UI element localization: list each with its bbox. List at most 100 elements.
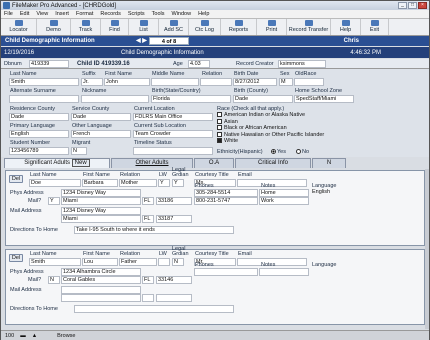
- last-name-field[interactable]: Smith: [9, 78, 79, 86]
- adult-legal-field[interactable]: N: [172, 258, 184, 266]
- toolbar-button-9[interactable]: Record Transfer: [287, 19, 331, 35]
- adult-state-field[interactable]: FL: [142, 276, 154, 284]
- menu-format[interactable]: Format: [76, 11, 93, 17]
- adult-city-field[interactable]: Miami: [61, 197, 141, 205]
- adult-mail-field[interactable]: N: [48, 276, 60, 284]
- scrollbar[interactable]: [425, 169, 429, 329]
- adult-mail-state-field[interactable]: [142, 294, 154, 302]
- alternate-surname-field[interactable]: [9, 95, 79, 103]
- adult-mail-zip-field[interactable]: 33187: [156, 215, 192, 223]
- adult-phone-field[interactable]: 305-284-5514: [194, 189, 258, 197]
- adult-relation-field[interactable]: Father: [119, 258, 157, 266]
- race-option[interactable]: White: [217, 138, 367, 145]
- record-arrows-icon[interactable]: ◀ ▶: [136, 37, 147, 44]
- home-school-field[interactable]: SpedStaff/Miami: [294, 95, 354, 103]
- adult-relation-field[interactable]: Mother: [119, 179, 157, 187]
- primary-language-field[interactable]: English: [9, 130, 69, 138]
- sex-field[interactable]: M: [279, 78, 293, 86]
- adult-phone-field[interactable]: [194, 268, 258, 276]
- birth-county-field[interactable]: Dade: [233, 95, 293, 103]
- adult-last-name-field[interactable]: Doe: [29, 179, 81, 187]
- adult-phys-address-field[interactable]: 1234 Disney Way: [61, 189, 141, 197]
- adult-directions-field[interactable]: [74, 305, 234, 313]
- adult-language-field[interactable]: [311, 268, 351, 276]
- ethnicity-no[interactable]: No: [296, 149, 309, 155]
- service-county-field[interactable]: Dade: [71, 113, 131, 121]
- toolbar-button-6[interactable]: Ctc Log: [189, 19, 221, 35]
- adult-state-field[interactable]: FL: [142, 197, 154, 205]
- adult-mail-city-field[interactable]: [61, 294, 141, 302]
- ethnicity-yes[interactable]: Yes: [271, 149, 286, 155]
- middle-name-field[interactable]: [151, 78, 199, 86]
- adult-phys-address-field[interactable]: 1234 Alhambra Circle: [61, 268, 141, 276]
- delete-adult-button[interactable]: Del: [9, 254, 23, 262]
- current-location-field[interactable]: FDLRS Main Office: [133, 113, 213, 121]
- zoom-in-icon[interactable]: ▲: [32, 333, 37, 339]
- birth-state-field[interactable]: Florida: [151, 95, 231, 103]
- toolbar-button-4[interactable]: List: [129, 19, 159, 35]
- toolbar-button-0[interactable]: Locator: [1, 19, 37, 35]
- tab-significant-adults[interactable]: Significant Adults New: [4, 158, 110, 168]
- tab-n[interactable]: N: [312, 158, 346, 168]
- menu-tools[interactable]: Tools: [152, 11, 165, 17]
- relation-field[interactable]: [200, 78, 232, 86]
- zoom-out-icon[interactable]: ▬: [20, 333, 26, 339]
- old-race-field[interactable]: [294, 78, 324, 86]
- maximize-button[interactable]: □: [408, 2, 417, 9]
- toolbar-button-1[interactable]: Demo: [37, 19, 71, 35]
- timeline-status-field[interactable]: [133, 147, 213, 155]
- residence-county-field[interactable]: Dade: [9, 113, 69, 121]
- adult-legal-field[interactable]: Y: [172, 179, 184, 187]
- adult-mail-city-field[interactable]: Miami: [61, 215, 141, 223]
- toolbar-button-7[interactable]: Reports: [221, 19, 257, 35]
- menu-scripts[interactable]: Scripts: [128, 11, 145, 17]
- record-pager[interactable]: 4 of 8: [149, 37, 189, 45]
- menu-view[interactable]: View: [36, 11, 48, 17]
- student-number-field[interactable]: 123456789: [9, 147, 69, 155]
- adult-first-name-field[interactable]: Lou: [82, 258, 118, 266]
- first-name-field[interactable]: John: [104, 78, 150, 86]
- other-language-field[interactable]: French: [71, 130, 131, 138]
- tab-critical-info[interactable]: Critical Info: [235, 158, 311, 168]
- adult-mail-field[interactable]: Y: [48, 197, 60, 205]
- nickname-field[interactable]: [81, 95, 149, 103]
- toolbar-button-3[interactable]: Find: [101, 19, 129, 35]
- adult-first-name-field[interactable]: Barbara: [82, 179, 118, 187]
- adult-lw-field[interactable]: [158, 258, 170, 266]
- adult-phone-note-field[interactable]: Home: [259, 189, 309, 197]
- adult-language-field[interactable]: English: [311, 189, 351, 197]
- migrant-field[interactable]: N: [71, 147, 87, 155]
- adult-lw-field[interactable]: Y: [158, 179, 170, 187]
- tab-oa[interactable]: O.A: [194, 158, 234, 168]
- menu-records[interactable]: Records: [100, 11, 120, 17]
- menu-window[interactable]: Window: [172, 11, 192, 17]
- adult-city-field[interactable]: Coral Gables: [61, 276, 141, 284]
- minimize-button[interactable]: _: [398, 2, 407, 9]
- adult-zip-field[interactable]: 33186: [156, 197, 192, 205]
- dbnum-field[interactable]: 419339: [29, 60, 69, 68]
- menu-help[interactable]: Help: [198, 11, 209, 17]
- adult-mail-state-field[interactable]: FL: [142, 215, 154, 223]
- toolbar-button-11[interactable]: Exit: [361, 19, 389, 35]
- birth-date-field[interactable]: 8/27/2012: [233, 78, 277, 86]
- zoom-level[interactable]: 100: [5, 333, 14, 339]
- delete-adult-button[interactable]: Del: [9, 175, 23, 183]
- adult-last-name-field[interactable]: Smith: [29, 258, 81, 266]
- toolbar-button-8[interactable]: Print: [257, 19, 287, 35]
- adult-phone-field[interactable]: 800-231-5747: [194, 197, 258, 205]
- toolbar-button-5[interactable]: Add SC: [159, 19, 189, 35]
- adult-phone-note-field[interactable]: [259, 268, 309, 276]
- menu-edit[interactable]: Edit: [20, 11, 29, 17]
- adult-mail-address-field[interactable]: [61, 286, 141, 294]
- adult-mail-address-field[interactable]: 1234 Disney Way: [61, 207, 141, 215]
- menu-file[interactable]: File: [4, 11, 13, 17]
- new-adult-button[interactable]: New: [71, 159, 90, 167]
- adult-zip-field[interactable]: 33146: [156, 276, 192, 284]
- toolbar-button-10[interactable]: Help: [331, 19, 361, 35]
- current-sub-location-field[interactable]: Team Crowder: [133, 130, 213, 138]
- adult-phone-note-field[interactable]: Work: [259, 197, 309, 205]
- suffix-field[interactable]: Jr.: [81, 78, 103, 86]
- menu-insert[interactable]: Insert: [55, 11, 69, 17]
- adult-mail-zip-field[interactable]: [156, 294, 192, 302]
- toolbar-button-2[interactable]: Track: [71, 19, 101, 35]
